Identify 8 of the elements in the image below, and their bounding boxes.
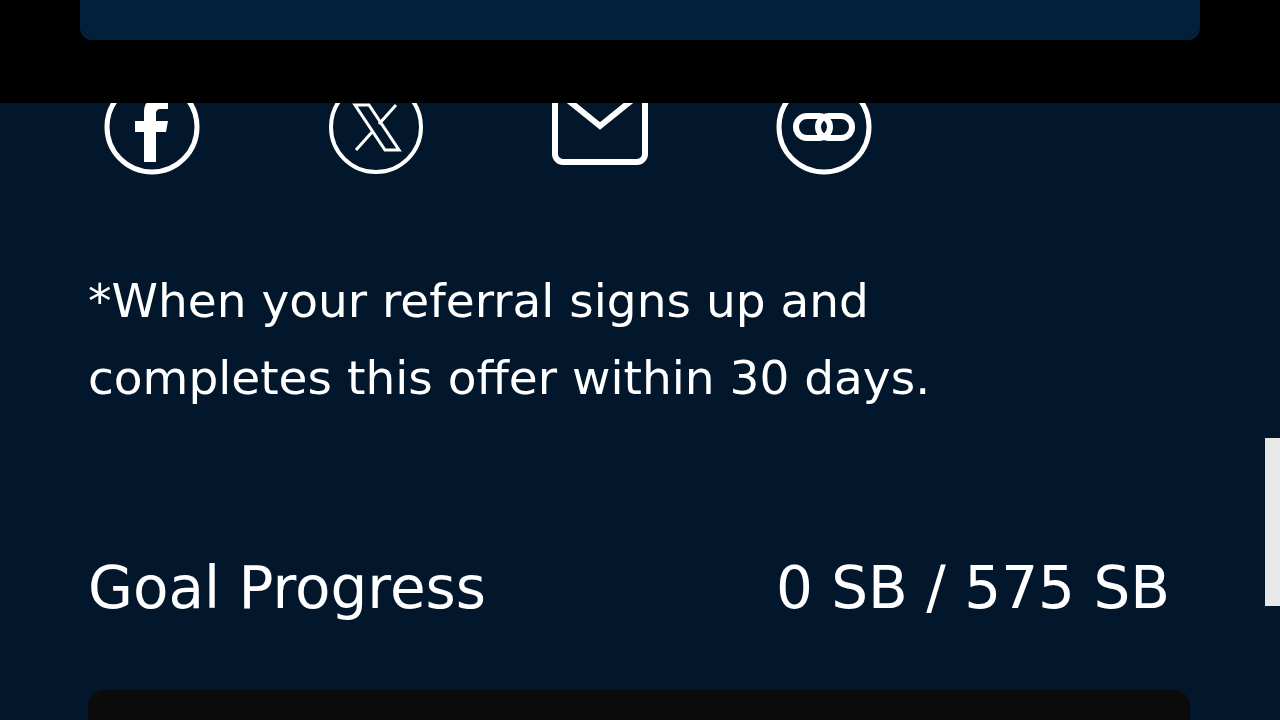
goal-progress-value: 0 SB / 575 SB [775, 553, 1170, 624]
goal-progress-label: Goal Progress [88, 553, 487, 624]
mail-icon[interactable] [552, 103, 648, 168]
scrollbar-thumb[interactable] [1265, 438, 1280, 606]
link-icon[interactable] [776, 103, 872, 176]
x-logo-icon[interactable] [328, 103, 424, 176]
facebook-icon[interactable] [104, 103, 200, 176]
footnote-text: *When your referral signs up and completes this offer within 30 days. [88, 272, 932, 407]
